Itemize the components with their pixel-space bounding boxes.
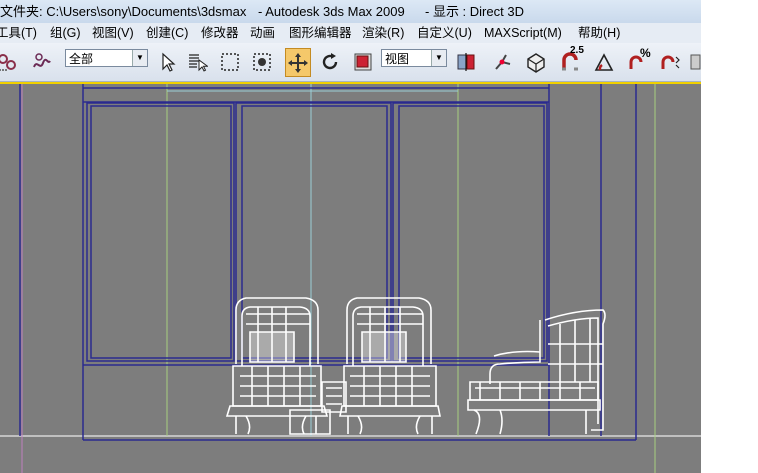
- menu-help[interactable]: 帮助(H): [578, 23, 620, 43]
- snap-value-label: 2.5: [570, 45, 584, 56]
- menu-create[interactable]: 创建(C): [146, 23, 188, 43]
- viewport-scene: [0, 84, 701, 473]
- select-by-name-icon[interactable]: [185, 49, 209, 75]
- menu-tools[interactable]: 工具(T): [0, 23, 37, 43]
- menu-group[interactable]: 组(G): [50, 23, 81, 43]
- menu-customize[interactable]: 自定义(U): [417, 23, 472, 43]
- menu-animation[interactable]: 动画: [250, 23, 275, 43]
- scale-icon[interactable]: [351, 49, 375, 75]
- armchair-wireframe-1: [225, 297, 331, 435]
- menu-rendering[interactable]: 渲染(R): [362, 23, 404, 43]
- selection-filter-dropdown[interactable]: 全部 ▼: [65, 49, 148, 67]
- keyboard-shortcut-icon[interactable]: [524, 49, 548, 75]
- window-crossing-icon[interactable]: [250, 49, 274, 75]
- chevron-down-icon: ▼: [431, 50, 446, 66]
- rotate-icon[interactable]: [318, 49, 342, 75]
- menu-modifiers[interactable]: 修改器: [201, 23, 239, 43]
- reference-coordinate-dropdown[interactable]: 视图 ▼: [381, 49, 447, 67]
- coord-system-value: 视图: [385, 52, 410, 66]
- select-icon[interactable]: [155, 49, 179, 75]
- main-toolbar: 全部 ▼ 视图 ▼ 2.5 %: [0, 43, 701, 82]
- title-bar: 文件夹: C:\Users\sony\Documents\3dsmax - Au…: [0, 0, 701, 23]
- percent-label: %: [640, 46, 651, 60]
- chevron-down-icon: ▼: [132, 50, 147, 66]
- menu-graph-editors[interactable]: 图形编辑器: [289, 23, 352, 43]
- menu-bar: 工具(T) 组(G) 视图(V) 创建(C) 修改器 动画 图形编辑器 渲染(R…: [0, 23, 701, 43]
- rectangular-selection-icon[interactable]: [218, 49, 242, 75]
- link-icon[interactable]: [0, 49, 20, 75]
- move-icon[interactable]: [285, 48, 311, 77]
- title-path: 文件夹: C:\Users\sony\Documents\3dsmax: [0, 4, 247, 19]
- toolbar-overflow-icon[interactable]: [690, 49, 701, 75]
- bind-space-warp-icon[interactable]: [30, 49, 54, 75]
- pivot-center-icon[interactable]: [454, 49, 478, 75]
- armchair-wireframe-2: [339, 297, 441, 435]
- title-display: - 显示 : Direct 3D: [425, 4, 524, 19]
- manipulate-icon[interactable]: [491, 49, 515, 75]
- armchair-wireframe-3: [467, 309, 606, 435]
- spinner-snap-icon[interactable]: [658, 49, 682, 75]
- title-app: - Autodesk 3ds Max 2009: [258, 4, 405, 19]
- front-viewport[interactable]: [0, 82, 701, 473]
- 3dsmax-window: 文件夹: C:\Users\sony\Documents\3dsmax - Au…: [0, 0, 701, 473]
- selection-filter-value: 全部: [69, 52, 94, 66]
- menu-maxscript[interactable]: MAXScript(M): [484, 23, 562, 43]
- menu-views[interactable]: 视图(V): [92, 23, 134, 43]
- angle-snap-icon[interactable]: [592, 49, 616, 75]
